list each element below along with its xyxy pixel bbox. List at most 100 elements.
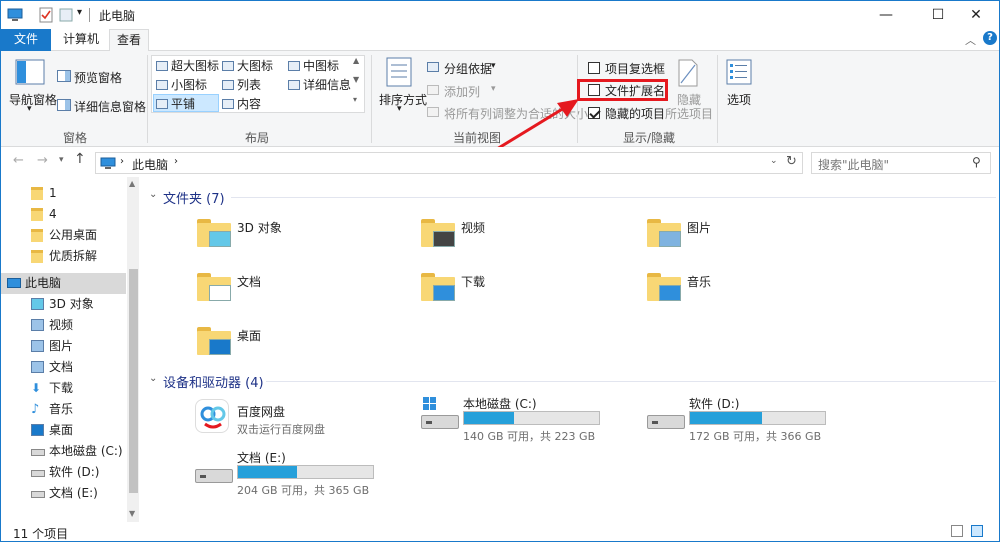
layout-group-label: 布局 xyxy=(244,131,269,145)
close-button[interactable]: ✕ xyxy=(953,1,999,29)
drive-usage-bar xyxy=(689,411,826,425)
sidebar-item[interactable]: ♪ 音乐 xyxy=(1,399,126,420)
sidebar-item-label: 下载 xyxy=(49,381,74,395)
layout-details[interactable]: 详细信息 xyxy=(288,76,351,93)
item-count: 11 个项目 xyxy=(13,527,69,541)
gallery-expand-icon[interactable]: ▾ xyxy=(353,95,357,104)
sidebar-item[interactable]: 本地磁盘 (C:) xyxy=(1,441,126,462)
help-icon[interactable]: ? xyxy=(983,31,997,45)
sidebar-item[interactable]: 桌面 xyxy=(1,420,126,441)
list-view-icon xyxy=(222,80,234,90)
device-tile[interactable]: 本地磁盘 (C:) 140 GB 可用，共 223 GB xyxy=(421,395,631,443)
quick-access-dropdown-icon[interactable]: ▾ xyxy=(77,7,82,18)
navigation-pane-icon[interactable] xyxy=(15,59,45,85)
folder-tile[interactable]: 文档 xyxy=(197,269,397,313)
details-pane-button[interactable]: 详细信息窗格 xyxy=(74,98,146,115)
pane-group-label: 窗格 xyxy=(62,131,87,145)
sidebar-scroll-thumb[interactable] xyxy=(129,269,138,493)
sidebar-item[interactable]: 此电脑 xyxy=(1,273,126,294)
folder-tile[interactable]: 音乐 xyxy=(647,269,847,313)
show-hide-group-label: 显示/隐藏 xyxy=(622,131,676,145)
sort-by-button[interactable]: 排序方式 xyxy=(379,91,427,108)
minimize-button[interactable]: — xyxy=(863,1,909,29)
address-dropdown-icon[interactable]: ⌄ xyxy=(770,156,778,166)
search-icon[interactable]: ⚲ xyxy=(972,155,981,169)
breadcrumb-separator-icon[interactable]: › xyxy=(120,156,124,167)
nav-pane-button[interactable]: 导航窗格 xyxy=(9,91,57,108)
sidebar-item[interactable]: 软件 (D:) xyxy=(1,462,126,483)
layout-list[interactable]: 列表 xyxy=(222,76,261,93)
details-pane-icon xyxy=(57,99,71,111)
divider xyxy=(266,381,996,382)
properties-icon[interactable] xyxy=(39,7,53,23)
search-input[interactable]: 搜索"此电脑" xyxy=(818,156,889,173)
layout-large-icons[interactable]: 大图标 xyxy=(222,57,273,74)
folder-tile[interactable]: 图片 xyxy=(647,215,847,259)
layout-medium-icons[interactable]: 中图标 xyxy=(288,57,339,74)
refresh-icon[interactable]: ↻ xyxy=(786,154,797,169)
collapse-ribbon-icon[interactable]: ︿ xyxy=(965,32,976,48)
sidebar-item[interactable]: 4 xyxy=(1,204,126,225)
tab-view[interactable]: 查看 xyxy=(109,29,149,52)
address-bar[interactable]: › 此电脑 › ⌄ ↻ xyxy=(95,152,803,174)
breadcrumb-this-pc[interactable]: 此电脑 xyxy=(132,156,168,173)
drive-icon xyxy=(647,415,685,429)
windows-logo-glyph-icon xyxy=(423,397,436,410)
scroll-up-icon[interactable]: ▲ xyxy=(129,179,135,188)
gallery-scroll-up-icon[interactable]: ▲ xyxy=(353,56,359,65)
drive-free-space: 140 GB 可用，共 223 GB xyxy=(463,430,596,443)
device-tile[interactable]: 百度网盘 双击运行百度网盘 xyxy=(195,399,405,447)
computer-icon xyxy=(7,278,21,288)
new-folder-icon[interactable] xyxy=(59,7,73,23)
folder-tile[interactable]: 视频 xyxy=(421,215,621,259)
icon-view-icon xyxy=(156,80,168,90)
layout-small-icons[interactable]: 小图标 xyxy=(156,76,207,93)
layout-tiles[interactable]: 平铺 xyxy=(156,95,195,112)
explorer-window: ▾ 此电脑 — ☐ ✕ 文件 计算机 查看 ︿ ? 导航窗格 ▾ 预览窗格 详细… xyxy=(0,0,1000,542)
sidebar-item[interactable]: 优质拆解 xyxy=(1,246,126,267)
sidebar-item[interactable]: 图片 xyxy=(1,336,126,357)
search-box[interactable]: 搜索"此电脑" ⚲ xyxy=(811,152,991,174)
options-icon[interactable] xyxy=(726,59,752,85)
folder-tile[interactable]: 3D 对象 xyxy=(197,215,397,259)
sidebar-item[interactable]: 视频 xyxy=(1,315,126,336)
gallery-scroll-down-icon[interactable]: ▼ xyxy=(353,75,359,84)
device-tile[interactable]: 文档 (E:) 204 GB 可用，共 365 GB xyxy=(195,449,405,497)
forward-icon[interactable]: → xyxy=(37,153,48,168)
devices-section-title[interactable]: 设备和驱动器 (4) xyxy=(163,372,264,391)
divider xyxy=(371,55,372,143)
large-icons-view-toggle-icon[interactable] xyxy=(971,525,983,537)
breadcrumb-separator-icon[interactable]: › xyxy=(174,156,178,167)
back-icon[interactable]: ← xyxy=(13,153,24,168)
fit-columns-icon xyxy=(427,107,439,117)
layout-extra-large-icons[interactable]: 超大图标 xyxy=(156,57,219,74)
details-view-toggle-icon[interactable] xyxy=(951,525,963,537)
sidebar-item[interactable]: 3D 对象 xyxy=(1,294,126,315)
sidebar-item[interactable]: 文档 xyxy=(1,357,126,378)
baidu-netdisk-glyph-icon xyxy=(200,406,226,429)
sidebar-item[interactable]: 文档 (E:) xyxy=(1,483,126,504)
options-button[interactable]: 选项 xyxy=(727,91,751,108)
folder-tile[interactable]: 桌面 xyxy=(197,323,397,367)
group-by-button[interactable]: 分组依据 xyxy=(444,60,492,77)
computer-icon[interactable] xyxy=(7,8,23,22)
folders-section-title[interactable]: 文件夹 (7) xyxy=(163,188,225,207)
scroll-down-icon[interactable]: ▼ xyxy=(129,509,135,518)
sort-by-icon[interactable] xyxy=(385,57,413,87)
sidebar-item[interactable]: 1 xyxy=(1,183,126,204)
folder-tile[interactable]: 下载 xyxy=(421,269,621,313)
recent-locations-icon[interactable]: ▾ xyxy=(59,155,64,165)
device-tile[interactable]: 软件 (D:) 172 GB 可用，共 366 GB xyxy=(647,395,857,443)
collapse-group-icon[interactable]: ⌄ xyxy=(149,373,157,384)
sidebar-item-label: 软件 (D:) xyxy=(49,465,100,479)
tab-computer[interactable]: 计算机 xyxy=(57,29,105,51)
sidebar-item[interactable]: 公用桌面 xyxy=(1,225,126,246)
item-checkboxes-checkbox[interactable] xyxy=(588,62,600,74)
preview-pane-button[interactable]: 预览窗格 xyxy=(74,69,122,86)
up-icon[interactable]: ↑ xyxy=(74,151,86,167)
layout-content[interactable]: 内容 xyxy=(222,95,261,112)
sidebar-item[interactable]: ⬇ 下载 xyxy=(1,378,126,399)
collapse-group-icon[interactable]: ⌄ xyxy=(149,189,157,200)
drive-label: 软件 (D:) xyxy=(689,397,740,411)
tab-file[interactable]: 文件 xyxy=(1,29,51,51)
